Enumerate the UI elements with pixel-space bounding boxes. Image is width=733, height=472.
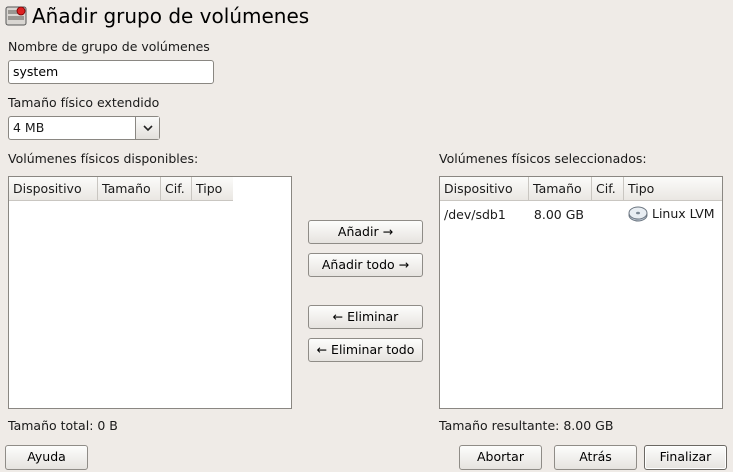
- selected-pv-table[interactable]: Dispositivo Tamaño Cif. Tipo /dev/sdb1 8…: [439, 176, 723, 409]
- selected-total: Tamaño resultante: 8.00 GB: [439, 418, 614, 433]
- row-size: 8.00 GB: [533, 206, 584, 222]
- remove-button[interactable]: ← Eliminar: [308, 305, 423, 329]
- help-button[interactable]: Ayuda: [5, 445, 88, 470]
- column-header-type[interactable]: Tipo: [192, 177, 233, 201]
- row-type-label: Linux LVM: [651, 205, 715, 221]
- abort-button[interactable]: Abortar: [459, 445, 542, 470]
- extent-size-value: 4 MB: [13, 120, 45, 135]
- column-header-size[interactable]: Tamaño: [529, 177, 592, 201]
- available-pv-label: Volúmenes físicos disponibles:: [8, 151, 199, 166]
- page-title: Añadir grupo de volúmenes: [32, 4, 310, 28]
- available-total: Tamaño total: 0 B: [8, 418, 118, 433]
- column-header-device[interactable]: Dispositivo: [440, 177, 529, 201]
- table-header: Dispositivo Tamaño Cif. Tipo: [440, 177, 722, 201]
- disk-icon: [628, 206, 648, 222]
- selected-pv-label: Volúmenes físicos seleccionados:: [439, 151, 647, 166]
- group-name-label: Nombre de grupo de volúmenes: [8, 39, 210, 54]
- add-all-button[interactable]: Añadir todo →: [308, 253, 423, 277]
- available-pv-table[interactable]: Dispositivo Tamaño Cif. Tipo: [8, 176, 292, 409]
- finish-button[interactable]: Finalizar: [644, 445, 727, 470]
- column-header-encrypted[interactable]: Cif.: [592, 177, 624, 201]
- column-header-type[interactable]: Tipo: [624, 177, 722, 201]
- row-type: Linux LVM: [624, 205, 722, 223]
- chevron-down-icon[interactable]: [135, 117, 159, 139]
- remove-all-button[interactable]: ← Eliminar todo: [308, 338, 423, 362]
- group-name-input[interactable]: system: [8, 60, 214, 84]
- row-device: /dev/sdb1: [444, 206, 506, 222]
- column-header-size[interactable]: Tamaño: [98, 177, 161, 201]
- table-header: Dispositivo Tamaño Cif. Tipo: [9, 177, 233, 201]
- table-row[interactable]: /dev/sdb1 8.00 GB Linux LVM: [440, 202, 722, 226]
- extent-size-label: Tamaño físico extendido: [8, 95, 160, 110]
- back-button[interactable]: Atrás: [554, 445, 637, 470]
- column-header-encrypted[interactable]: Cif.: [161, 177, 192, 201]
- volume-group-icon: [5, 5, 27, 27]
- column-header-device[interactable]: Dispositivo: [9, 177, 98, 201]
- extent-size-select[interactable]: 4 MB: [8, 116, 160, 140]
- add-button[interactable]: Añadir →: [308, 220, 423, 244]
